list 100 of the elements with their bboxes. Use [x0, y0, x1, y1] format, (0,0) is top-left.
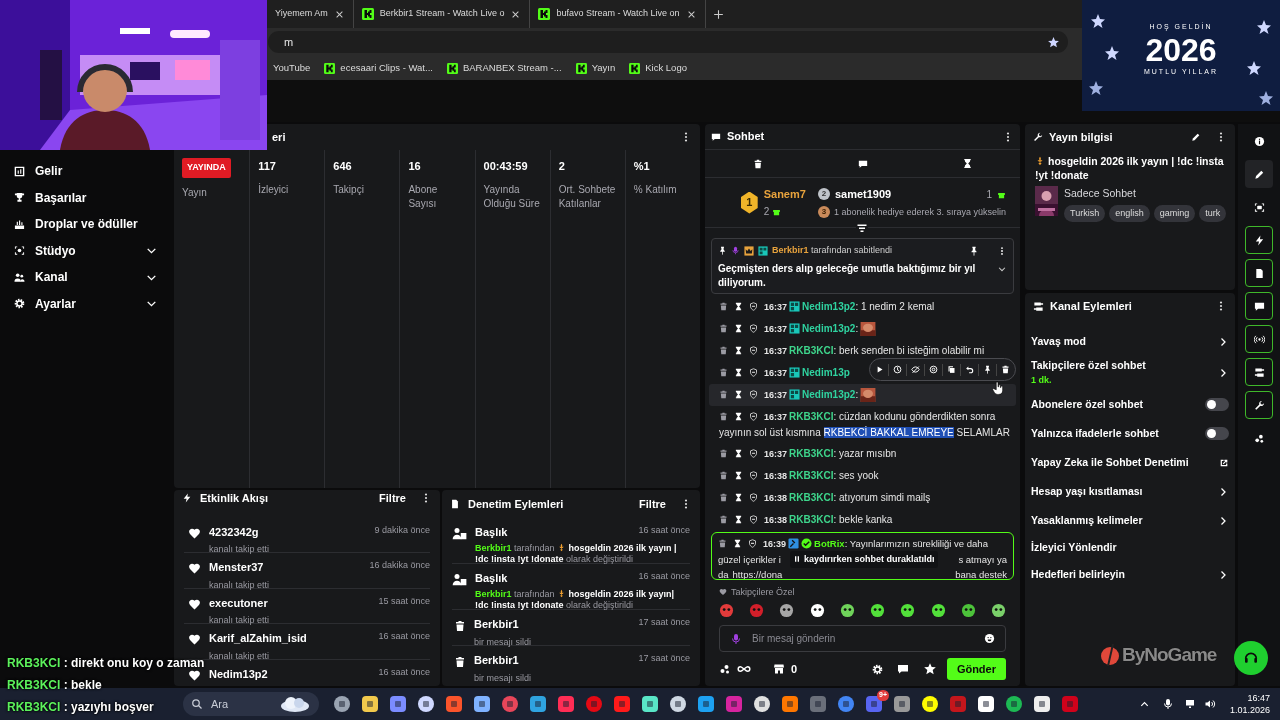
sidebar-tool-button[interactable]	[1245, 292, 1273, 320]
delete-icon[interactable]	[719, 493, 728, 502]
ban-icon[interactable]	[749, 471, 758, 480]
mic-icon[interactable]	[1161, 698, 1174, 710]
chat-bubble-icon[interactable]	[896, 663, 909, 675]
sidebar-tool-button[interactable]	[1245, 160, 1273, 188]
app-icon[interactable]	[893, 695, 911, 713]
timeout-icon[interactable]	[734, 493, 743, 502]
channel-action-row[interactable]: İzleyici Yönlendir	[1025, 535, 1235, 560]
leader-user[interactable]: Sanem7	[763, 185, 806, 203]
timeout-icon[interactable]	[734, 368, 743, 377]
message-input[interactable]: Bir mesaj gönderin	[752, 631, 974, 646]
message-composer[interactable]: Bir mesaj gönderin	[719, 625, 1006, 652]
address-bar[interactable]: m	[268, 31, 1068, 53]
sidebar-tool-button[interactable]	[1245, 325, 1273, 353]
event-user[interactable]: 4232342g	[209, 523, 367, 540]
bookmark-star-icon[interactable]	[1047, 35, 1060, 49]
event-user[interactable]: Nedim13p2	[209, 665, 371, 682]
app-icon[interactable]	[977, 695, 995, 713]
ban-icon[interactable]	[749, 390, 758, 399]
bookmark[interactable]: ecesaari Clips - Wat...	[324, 60, 433, 76]
category[interactable]: Sadece Sohbet	[1064, 186, 1227, 202]
sidebar-tool-button[interactable]	[1245, 358, 1273, 386]
channel-action-row[interactable]: Yalnızca ifadelerle sohbet	[1025, 419, 1235, 448]
delete-icon[interactable]	[719, 368, 728, 377]
timeout-icon[interactable]	[734, 471, 743, 480]
ban-icon[interactable]	[749, 346, 758, 355]
emote-icon[interactable]	[870, 602, 886, 618]
emote-icon[interactable]	[900, 602, 916, 618]
emote-icon[interactable]	[990, 602, 1006, 618]
timeout-icon[interactable]	[734, 346, 743, 355]
username[interactable]: BotRix	[814, 537, 845, 549]
emote-icon[interactable]	[960, 602, 976, 618]
sidebar-tool-button[interactable]	[1245, 259, 1273, 287]
app-icon[interactable]	[1033, 695, 1051, 713]
delete-icon[interactable]	[719, 515, 728, 524]
app-icon[interactable]	[417, 695, 435, 713]
leader-user[interactable]: samet1909	[834, 186, 982, 203]
delete-icon[interactable]	[719, 302, 728, 311]
channel-action-row[interactable]: Yavaş mod	[1025, 327, 1235, 356]
star-icon[interactable]	[922, 662, 937, 676]
filter-button[interactable]: Filtre	[639, 495, 666, 513]
new-tab-icon[interactable]	[711, 7, 725, 21]
network-icon[interactable]	[1183, 698, 1196, 710]
app-icon[interactable]	[1005, 695, 1023, 713]
app-icon[interactable]	[921, 695, 939, 713]
emote-icon[interactable]	[809, 602, 825, 618]
tag[interactable]: gaming	[1153, 204, 1196, 223]
app-icon[interactable]	[333, 695, 351, 713]
filter-button[interactable]: Filtre	[379, 490, 406, 507]
sidebar-item[interactable]: Gelir	[0, 158, 172, 185]
ban-icon[interactable]	[748, 538, 757, 548]
channel-action-row[interactable]: Yasaklanmış kelimeler	[1025, 506, 1235, 535]
delete-icon[interactable]	[719, 471, 728, 480]
timeout-icon[interactable]	[733, 538, 742, 548]
timeout-icon[interactable]	[734, 324, 743, 333]
emote-icon[interactable]	[779, 602, 795, 618]
emote-icon[interactable]	[930, 602, 946, 618]
ban-icon[interactable]	[749, 368, 758, 377]
chat-bubble-icon[interactable]	[857, 158, 868, 169]
delete-icon[interactable]	[719, 449, 728, 458]
ban-icon[interactable]	[749, 493, 758, 502]
bookmark[interactable]: Yayın	[575, 60, 616, 76]
volume-icon[interactable]	[1203, 698, 1216, 710]
app-icon[interactable]	[697, 695, 715, 713]
sidebar-item[interactable]: Kanal	[0, 264, 172, 291]
delete-icon[interactable]	[719, 412, 728, 421]
tag[interactable]: turk	[1199, 204, 1227, 223]
toggle-switch[interactable]	[1205, 427, 1229, 440]
bookmark[interactable]: Kick Logo	[629, 60, 687, 76]
delete-icon[interactable]	[719, 346, 728, 355]
bookmark[interactable]: YouTube	[273, 60, 311, 76]
channel-action-row[interactable]: Yapay Zeka ile Sohbet Denetimi	[1025, 448, 1235, 477]
event-user[interactable]: Karif_alZahim_isid	[209, 630, 371, 647]
channel-action-row[interactable]: Takipçilere özel sohbet 1 dk.	[1025, 356, 1235, 390]
toggle-switch[interactable]	[1205, 398, 1229, 411]
mention-icon[interactable]	[927, 363, 940, 376]
delete-icon[interactable]	[718, 538, 727, 548]
taskbar-search[interactable]: Ara	[183, 692, 319, 716]
ban-icon[interactable]	[749, 515, 758, 524]
delete-icon[interactable]	[719, 324, 728, 333]
store-icon[interactable]	[773, 663, 785, 675]
app-icon[interactable]	[669, 695, 687, 713]
smiley-icon[interactable]	[984, 633, 995, 644]
sidebar-tool-button[interactable]	[1245, 391, 1273, 419]
app-icon[interactable]	[361, 695, 379, 713]
channel-action-row[interactable]: Abonelere özel sohbet	[1025, 390, 1235, 419]
channel-action-row[interactable]: Hesap yaşı kısıtlaması	[1025, 477, 1235, 506]
dots-icon[interactable]	[719, 663, 731, 675]
sidebar-item[interactable]: Ayarlar	[0, 290, 172, 317]
app-icon[interactable]	[753, 695, 771, 713]
sidebar-item[interactable]: Droplar ve ödüller	[0, 211, 172, 238]
channel-action-row[interactable]: Hedefleri belirleyin	[1025, 560, 1235, 589]
delete-icon[interactable]	[719, 390, 728, 399]
timeout-icon[interactable]	[734, 515, 743, 524]
ban-icon[interactable]	[749, 449, 758, 458]
app-icon[interactable]	[529, 695, 547, 713]
edit-icon[interactable]	[1191, 132, 1201, 142]
sidebar-tool-button[interactable]	[1245, 226, 1273, 254]
app-icon[interactable]	[473, 695, 491, 713]
